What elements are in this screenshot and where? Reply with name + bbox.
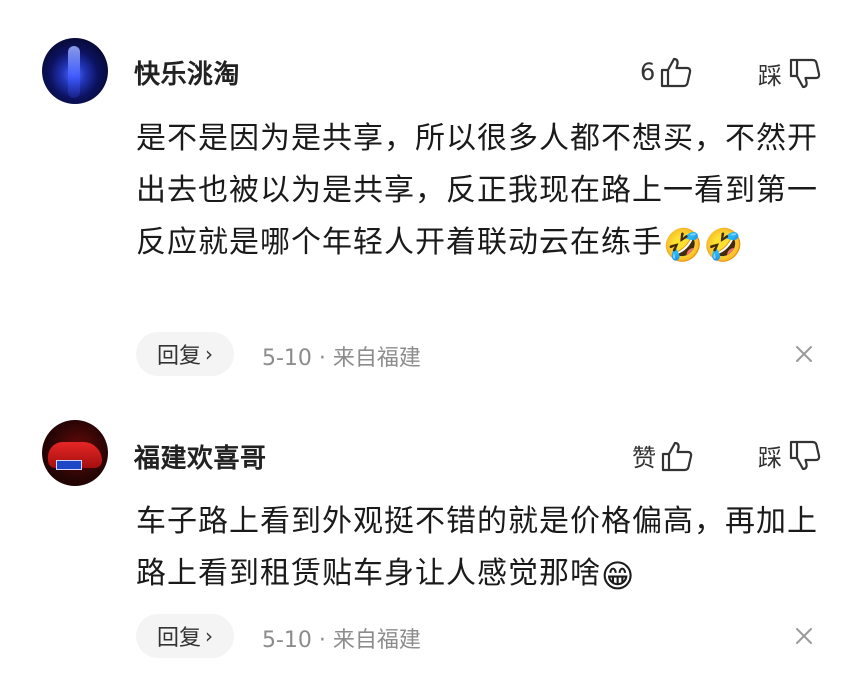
thumbs-up-icon — [660, 440, 694, 472]
chevron-right-icon: › — [205, 624, 213, 648]
comment-text: 车子路上看到外观挺不错的就是价格偏高，再加上路上看到租赁贴车身让人感觉那啥😁 — [136, 496, 826, 602]
reply-button[interactable]: 回复 › — [136, 332, 234, 376]
avatar-image — [68, 46, 80, 98]
like-count: 6 — [640, 58, 656, 86]
comment-meta: 5-10 · 来自福建 — [262, 346, 421, 371]
avatar[interactable] — [42, 420, 108, 486]
dislike-label: 踩 — [758, 62, 782, 90]
reply-label: 回复 — [156, 626, 201, 651]
thumbs-down-icon — [788, 440, 822, 472]
laughing-tears-emoji-icon: 🤣 — [703, 226, 745, 264]
comment-username[interactable]: 福建欢喜哥 — [134, 438, 267, 475]
reply-label: 回复 — [156, 344, 201, 369]
avatar[interactable] — [42, 38, 108, 104]
like-label: 赞 — [632, 444, 656, 472]
chevron-right-icon: › — [205, 342, 213, 366]
dislike-label: 踩 — [758, 444, 782, 472]
comment-username[interactable]: 快乐洮淘 — [134, 54, 240, 91]
laughing-tears-emoji-icon: 🤣 — [663, 226, 704, 264]
avatar-plate — [56, 460, 82, 470]
thumbs-up-icon — [659, 56, 693, 88]
comment-text: 是不是因为是共享，所以很多人都不想买，不然开出去也被以为是共享，反正我现在路上一… — [136, 113, 826, 271]
like-button[interactable]: 6 — [640, 56, 693, 88]
comment-text-content: 车子路上看到外观挺不错的就是价格偏高，再加上路上看到租赁贴车身让人感觉那啥 — [136, 504, 818, 591]
comment-meta: 5-10 · 来自福建 — [262, 628, 421, 653]
close-icon[interactable] — [792, 624, 816, 648]
thumbs-down-icon — [788, 58, 822, 90]
close-icon[interactable] — [792, 342, 816, 366]
dislike-button[interactable]: 踩 — [758, 56, 822, 91]
dislike-button[interactable]: 踩 — [758, 438, 822, 473]
like-button[interactable]: 赞 — [632, 438, 694, 473]
grinning-emoji-icon: 😁 — [601, 557, 636, 595]
reply-button[interactable]: 回复 › — [136, 614, 234, 658]
